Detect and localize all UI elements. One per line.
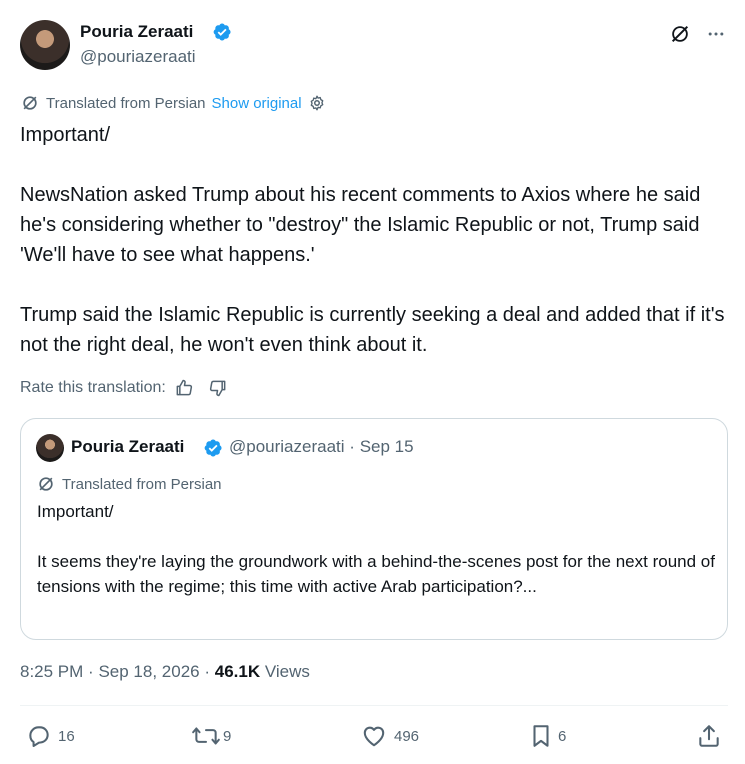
bookmark-button[interactable]: 6 — [530, 722, 566, 750]
author-handle[interactable]: @pouriazeraati — [80, 47, 196, 67]
rate-label: Rate this translation: — [20, 379, 166, 396]
share-button[interactable] — [696, 722, 722, 750]
rate-translation: Rate this translation: — [20, 377, 228, 399]
thumbs-down-icon[interactable] — [208, 378, 228, 398]
heart-icon — [363, 726, 385, 747]
quoted-translation-notice: Translated from Persian — [36, 474, 222, 494]
translation-notice: Translated from Persian Show original — [20, 93, 326, 113]
translated-label: Translated from Persian — [46, 94, 206, 112]
verified-badge-icon — [213, 23, 231, 41]
tweet-date[interactable]: Sep 18, 2026 — [98, 662, 199, 681]
more-options-icon[interactable] — [704, 22, 728, 46]
meta-separator: · — [204, 662, 211, 681]
like-count: 496 — [394, 727, 420, 745]
quoted-tweet-para2: It seems they're laying the groundwork w… — [37, 552, 715, 596]
tweet-text-para2: NewsNation asked Trump about his recent … — [20, 184, 701, 266]
divider — [20, 705, 728, 706]
repost-button[interactable]: 9 — [191, 722, 231, 750]
quoted-tweet-text: Important/ It seems they're laying the g… — [37, 499, 717, 599]
tweet-meta: 8:25 PM · Sep 18, 2026 · 46.1K Views — [20, 662, 310, 682]
quoted-translated-label: Translated from Persian — [62, 475, 222, 493]
tweet-text-para3: Trump said the Islamic Republic is curre… — [20, 304, 725, 356]
gear-icon[interactable] — [308, 94, 326, 112]
quoted-author-meta: @pouriazeraati · Sep 15 — [229, 437, 414, 457]
grok-icon[interactable] — [668, 22, 692, 46]
meta-separator: · — [88, 662, 94, 681]
repost-count: 9 — [223, 727, 232, 745]
quoted-tweet-line1: Important/ — [37, 502, 114, 521]
tweet-time[interactable]: 8:25 PM — [20, 662, 83, 681]
share-icon — [699, 725, 719, 747]
views-count: 46.1K — [214, 662, 261, 681]
tweet-text: Important/ NewsNation asked Trump about … — [20, 120, 730, 360]
quoted-verified-badge-icon — [204, 439, 222, 457]
quoted-separator: · — [349, 437, 355, 456]
like-button[interactable]: 496 — [360, 722, 419, 750]
views-label: Views — [264, 662, 310, 681]
bookmark-count: 6 — [558, 727, 567, 745]
show-original-link[interactable]: Show original — [212, 95, 302, 112]
repost-icon — [192, 727, 220, 745]
translate-icon — [23, 96, 37, 110]
bookmark-icon — [533, 725, 549, 747]
author-avatar[interactable] — [20, 20, 70, 70]
quoted-author-name: Pouria Zeraati — [71, 437, 185, 456]
reply-icon — [29, 726, 49, 747]
reply-count: 16 — [58, 727, 75, 745]
thumbs-up-icon[interactable] — [174, 378, 194, 398]
tweet-text-line1: Important/ — [20, 124, 111, 146]
quoted-date: Sep 15 — [359, 437, 414, 456]
quoted-author-handle: @pouriazeraati — [229, 437, 345, 456]
author-name[interactable]: Pouria Zeraati — [80, 22, 193, 42]
quoted-translate-icon — [39, 477, 53, 491]
reply-button[interactable]: 16 — [26, 722, 75, 750]
quoted-author-avatar — [36, 434, 64, 462]
